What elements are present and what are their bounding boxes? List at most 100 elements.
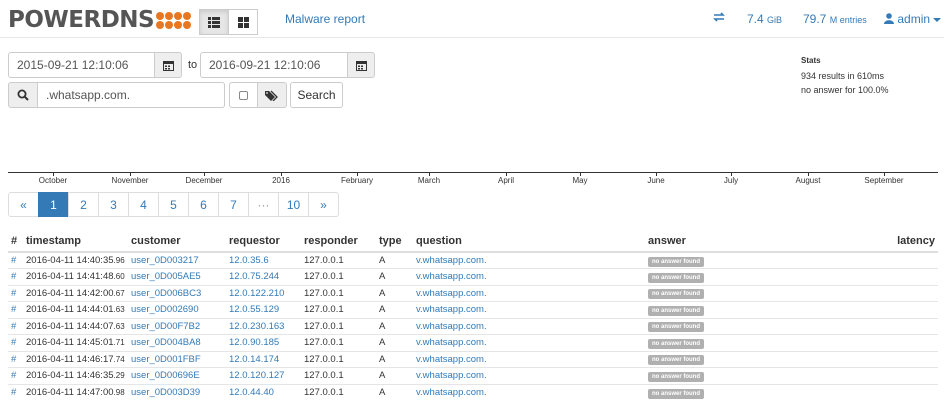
question-link[interactable]: v.whatsapp.com.	[413, 367, 645, 384]
page-button[interactable]: 1	[38, 192, 69, 217]
no-answer-badge: no answer found	[648, 256, 704, 267]
timestamp-ms: .63	[113, 305, 125, 315]
requestor-link[interactable]: 12.0.14.174	[226, 350, 301, 368]
requestor-link[interactable]: 12.0.44.40	[226, 383, 301, 401]
latency-cell	[893, 251, 938, 269]
row-permalink[interactable]: #	[8, 317, 23, 335]
responder-cell: 127.0.0.1	[301, 383, 376, 401]
question-link[interactable]: v.whatsapp.com.	[413, 301, 645, 318]
answer-cell: no answer found	[645, 317, 893, 335]
question-link[interactable]: v.whatsapp.com.	[413, 268, 645, 285]
customer-link[interactable]: user_0D003217	[128, 251, 226, 269]
row-permalink[interactable]: #	[8, 334, 23, 351]
requestor-link[interactable]: 12.0.90.185	[226, 334, 301, 351]
column-header[interactable]: timestamp	[23, 230, 128, 253]
column-header[interactable]: question	[413, 230, 645, 253]
question-link[interactable]: v.whatsapp.com.	[413, 317, 645, 335]
timeline-tick-label: November	[111, 176, 149, 185]
row-permalink[interactable]: #	[8, 251, 23, 269]
row-permalink[interactable]: #	[8, 301, 23, 318]
page-button[interactable]: 3	[98, 192, 129, 217]
column-header[interactable]: requestor	[226, 230, 301, 253]
customer-link[interactable]: user_0D004BA8	[128, 334, 226, 351]
malware-report-link[interactable]: Malware report	[285, 12, 365, 26]
table-row: #2016-04-11 14:41:48.60 user_0D005AE5 12.0…	[8, 268, 938, 285]
customer-link[interactable]: user_0D00F7B2	[128, 317, 226, 335]
row-permalink[interactable]: #	[8, 367, 23, 384]
no-answer-badge: no answer found	[648, 388, 704, 399]
page-next-button[interactable]: »	[308, 192, 339, 217]
storage-size-unit: GiB	[767, 15, 783, 25]
page-button[interactable]: 6	[188, 192, 219, 217]
query-input[interactable]: .whatsapp.com.	[37, 82, 225, 108]
page-prev-button[interactable]: «	[8, 192, 39, 217]
requestor-link[interactable]: 12.0.230.163	[226, 317, 301, 335]
row-permalink[interactable]: #	[8, 350, 23, 368]
page-button[interactable]: 7	[218, 192, 249, 217]
table-row: #2016-04-11 14:44:07.63 user_0D00F7B2 12.0…	[8, 317, 938, 335]
row-permalink[interactable]: #	[8, 284, 23, 302]
type-cell: A	[376, 350, 413, 368]
question-link[interactable]: v.whatsapp.com.	[413, 350, 645, 368]
column-header[interactable]: answer	[645, 230, 893, 253]
from-calendar-button[interactable]	[154, 52, 182, 78]
row-permalink[interactable]: #	[8, 268, 23, 285]
page-button[interactable]: 10	[278, 192, 309, 217]
stats-noanswer: no answer for 100.0%	[801, 85, 889, 95]
requestor-link[interactable]: 12.0.120.127	[226, 367, 301, 384]
filter-checkbox[interactable]	[229, 82, 258, 108]
requestor-link[interactable]: 12.0.122.210	[226, 284, 301, 302]
customer-link[interactable]: user_0D005AE5	[128, 268, 226, 285]
column-header[interactable]: responder	[301, 230, 376, 253]
entries-count-unit: M entries	[829, 15, 867, 25]
search-button[interactable]: Search	[290, 82, 343, 108]
page-button[interactable]: 5	[158, 192, 189, 217]
answer-cell: no answer found	[645, 301, 893, 318]
from-date-input[interactable]: 2015-09-21 12:10:06	[8, 52, 155, 78]
table-header-row: # timestamp customer requestor responder type…	[8, 230, 938, 253]
customer-link[interactable]: user_0D00696E	[128, 367, 226, 384]
entries-count-value: 79.7	[803, 12, 827, 26]
question-link[interactable]: v.whatsapp.com.	[413, 383, 645, 401]
timestamp-value: 2016-04-11 14:47:00	[26, 387, 114, 398]
stats-results: 934 results in 610ms	[801, 70, 885, 81]
requestor-link[interactable]: 12.0.35.6	[226, 251, 301, 269]
customer-link[interactable]: user_0D006BC3	[128, 284, 226, 302]
column-header[interactable]: latency	[893, 230, 938, 253]
question-link[interactable]: v.whatsapp.com.	[413, 284, 645, 302]
requestor-link[interactable]: 12.0.75.244	[226, 268, 301, 285]
column-header[interactable]: type	[376, 230, 413, 253]
timestamp-ms: .74	[113, 354, 125, 364]
latency-cell	[893, 383, 938, 401]
to-calendar-button[interactable]	[347, 52, 375, 78]
column-header[interactable]: #	[8, 230, 23, 253]
user-menu[interactable]: admin	[884, 12, 942, 26]
column-header[interactable]: customer	[128, 230, 226, 253]
page-button[interactable]: 4	[128, 192, 159, 217]
customer-link[interactable]: user_0D002690	[128, 301, 226, 318]
query-group: .whatsapp.com.	[8, 82, 225, 108]
exchange-icon[interactable]	[713, 11, 725, 26]
navbar: POWERDNS Malware report 7.4 GiB 79.7 M e…	[0, 0, 944, 38]
to-date-input[interactable]: 2016-09-21 12:10:06	[200, 52, 348, 78]
question-link[interactable]: v.whatsapp.com.	[413, 334, 645, 351]
type-cell: A	[376, 367, 413, 384]
question-link[interactable]: v.whatsapp.com.	[413, 251, 645, 269]
answer-cell: no answer found	[645, 350, 893, 368]
user-name: admin	[897, 12, 931, 26]
list-view-button[interactable]	[199, 9, 229, 35]
view-toggle-group	[199, 9, 258, 35]
tags-button[interactable]	[257, 82, 287, 108]
powerdns-logo[interactable]: POWERDNS	[8, 7, 192, 33]
row-permalink[interactable]: #	[8, 383, 23, 401]
timeline-tick-label: February	[340, 176, 374, 185]
customer-link[interactable]: user_0D001FBF	[128, 350, 226, 368]
grid-view-button[interactable]	[228, 9, 258, 35]
customer-link[interactable]: user_0D003D39	[128, 383, 226, 401]
user-icon	[884, 13, 894, 24]
requestor-link[interactable]: 12.0.55.129	[226, 301, 301, 318]
page-button[interactable]: 2	[68, 192, 99, 217]
timestamp-value: 2016-04-11 14:40:35	[26, 255, 114, 266]
latency-cell	[893, 284, 938, 302]
timestamp-value: 2016-04-11 14:46:17	[26, 353, 114, 365]
